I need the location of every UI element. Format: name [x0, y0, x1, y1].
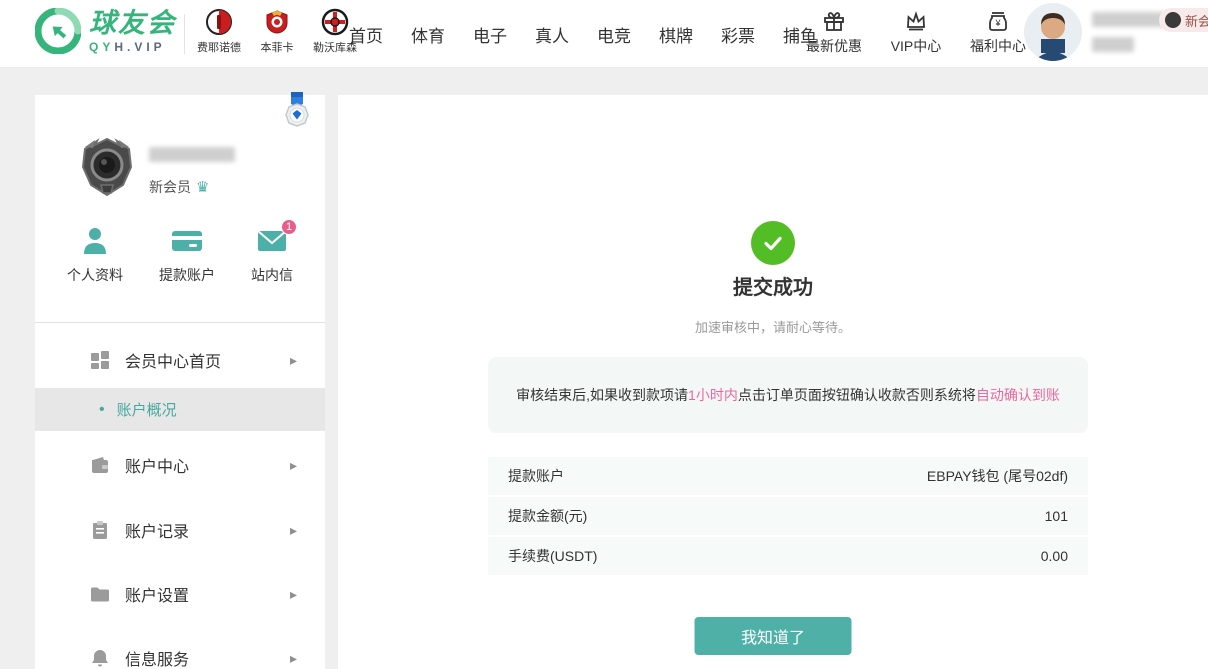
coin-jar-icon: ¥	[986, 9, 1010, 33]
notice-highlight-time: 1小时内	[688, 387, 738, 403]
nav-sports[interactable]: 体育	[411, 22, 445, 47]
nav-esports[interactable]: 电竞	[597, 22, 631, 47]
bank-card-icon	[171, 225, 203, 257]
header-divider	[184, 14, 185, 54]
brand-domain: QYH.VIP	[89, 41, 176, 53]
content-panel: 提交成功 加速审核中，请耐心等待。 审核结束后,如果收到款项请1小时内点击订单页…	[338, 95, 1208, 669]
bell-icon	[90, 648, 110, 668]
withdrawal-details: 提款账户 EBPAY钱包 (尾号02df) 提款金额(元) 101 手续费(US…	[488, 457, 1088, 577]
nav-home[interactable]: 首页	[349, 22, 383, 47]
sponsor-feyenoord: 费耶诺德	[196, 8, 242, 55]
detail-row-fee: 手续费(USDT) 0.00	[488, 537, 1088, 575]
inbox-shortcut[interactable]: 1 站内信	[251, 225, 293, 285]
member-sidebar: 新会员 ♛ 个人资料	[35, 95, 325, 669]
folder-icon	[90, 584, 110, 604]
nav-slots[interactable]: 电子	[473, 22, 507, 47]
sidebar-username-redacted	[149, 147, 235, 162]
sidebar-item-member-home[interactable]: 会员中心首页 ▸	[35, 338, 325, 382]
brand-name: 球友会	[89, 10, 176, 37]
person-icon	[81, 225, 109, 257]
withdraw-account-shortcut[interactable]: 提款账户	[159, 225, 215, 285]
chevron-right-icon: ▸	[290, 586, 297, 603]
header-quick-links: 最新优惠 VIP中心 ¥ 福利中心	[806, 9, 1026, 56]
sidebar-item-account-records[interactable]: 账户记录 ▸	[35, 508, 325, 552]
member-level-label: 新会员	[149, 177, 191, 197]
grid-icon	[90, 350, 110, 370]
crown-icon: ♛	[196, 178, 209, 196]
feyenoord-crest-icon	[205, 8, 233, 36]
sidebar-item-account-settings[interactable]: 账户设置 ▸	[35, 572, 325, 616]
welfare-center-link[interactable]: ¥ 福利中心	[970, 9, 1026, 56]
page: 球友会 QYH.VIP 费耶诺德 本	[0, 0, 1208, 669]
balance-blur-line	[1092, 37, 1134, 52]
benfica-crest-icon	[263, 8, 291, 36]
vip-center-link[interactable]: VIP中心	[888, 9, 944, 56]
gift-icon	[822, 9, 846, 33]
sidebar-divider	[35, 322, 325, 323]
top-navbar: 球友会 QYH.VIP 费耶诺德 本	[0, 0, 1208, 68]
notice-text: 审核结束后,如果收到款项请1小时内点击订单页面按钮确认收款否则系统将自动确认到账	[516, 385, 1060, 406]
nav-live[interactable]: 真人	[535, 22, 569, 47]
brand-logo[interactable]: 球友会 QYH.VIP	[35, 8, 176, 54]
notice-highlight-auto: 自动确认到账	[976, 387, 1060, 403]
chevron-right-icon: ▸	[290, 352, 297, 369]
sidebar-subitem-account-overview[interactable]: • 账户概况	[35, 388, 325, 431]
sidebar-shortcuts: 个人资料 提款账户 1	[35, 225, 325, 285]
chevron-right-icon: ▸	[290, 457, 297, 474]
sidebar-item-message-service[interactable]: 信息服务 ▸	[35, 636, 325, 669]
brand-logo-icon	[35, 8, 81, 54]
mail-icon: 1	[257, 225, 287, 257]
brand-text: 球友会 QYH.VIP	[89, 10, 176, 53]
bullet-icon: •	[99, 401, 105, 419]
crown-icon	[904, 9, 928, 33]
leverkusen-crest-icon	[321, 8, 349, 36]
member-level-row: 新会员 ♛	[149, 177, 209, 197]
nav-lottery[interactable]: 彩票	[721, 22, 755, 47]
detail-row-account: 提款账户 EBPAY钱包 (尾号02df)	[488, 457, 1088, 495]
latest-promos-link[interactable]: 最新优惠	[806, 9, 862, 56]
sponsor-benfica: 本菲卡	[254, 8, 300, 55]
detail-row-amount: 提款金额(元) 101	[488, 497, 1088, 535]
nav-poker[interactable]: 棋牌	[659, 22, 693, 47]
member-level-badge: 新会员	[1159, 8, 1208, 32]
username-redacted[interactable]	[1092, 12, 1166, 52]
unread-count-badge: 1	[281, 219, 297, 235]
success-check-icon	[751, 221, 795, 265]
main-nav: 首页 体育 电子 真人 电竞 棋牌 彩票 捕鱼	[349, 0, 817, 68]
wallet-icon	[90, 455, 110, 475]
vip-medal-icon	[281, 92, 313, 134]
sponsor-logos: 费耶诺德 本菲卡 勒沃库森	[196, 8, 358, 55]
chevron-right-icon: ▸	[290, 650, 297, 667]
profile-shortcut[interactable]: 个人资料	[67, 225, 123, 285]
user-avatar[interactable]	[1024, 3, 1082, 61]
avatar-photo	[1024, 3, 1082, 61]
success-subtitle: 加速审核中，请耐心等待。	[338, 317, 1208, 336]
level-medal-icon	[1165, 12, 1181, 28]
clipboard-icon	[90, 520, 110, 540]
confirmation-notice: 审核结束后,如果收到款项请1小时内点击订单页面按钮确认收款否则系统将自动确认到账	[488, 357, 1088, 433]
chevron-right-icon: ▸	[290, 522, 297, 539]
member-emblem-avatar[interactable]	[73, 133, 141, 201]
confirm-button[interactable]: 我知道了	[695, 617, 852, 655]
success-title: 提交成功	[338, 271, 1208, 300]
sidebar-item-account-center[interactable]: 账户中心 ▸	[35, 443, 325, 487]
username-blur-line	[1092, 12, 1166, 27]
svg-text:¥: ¥	[994, 18, 1001, 28]
